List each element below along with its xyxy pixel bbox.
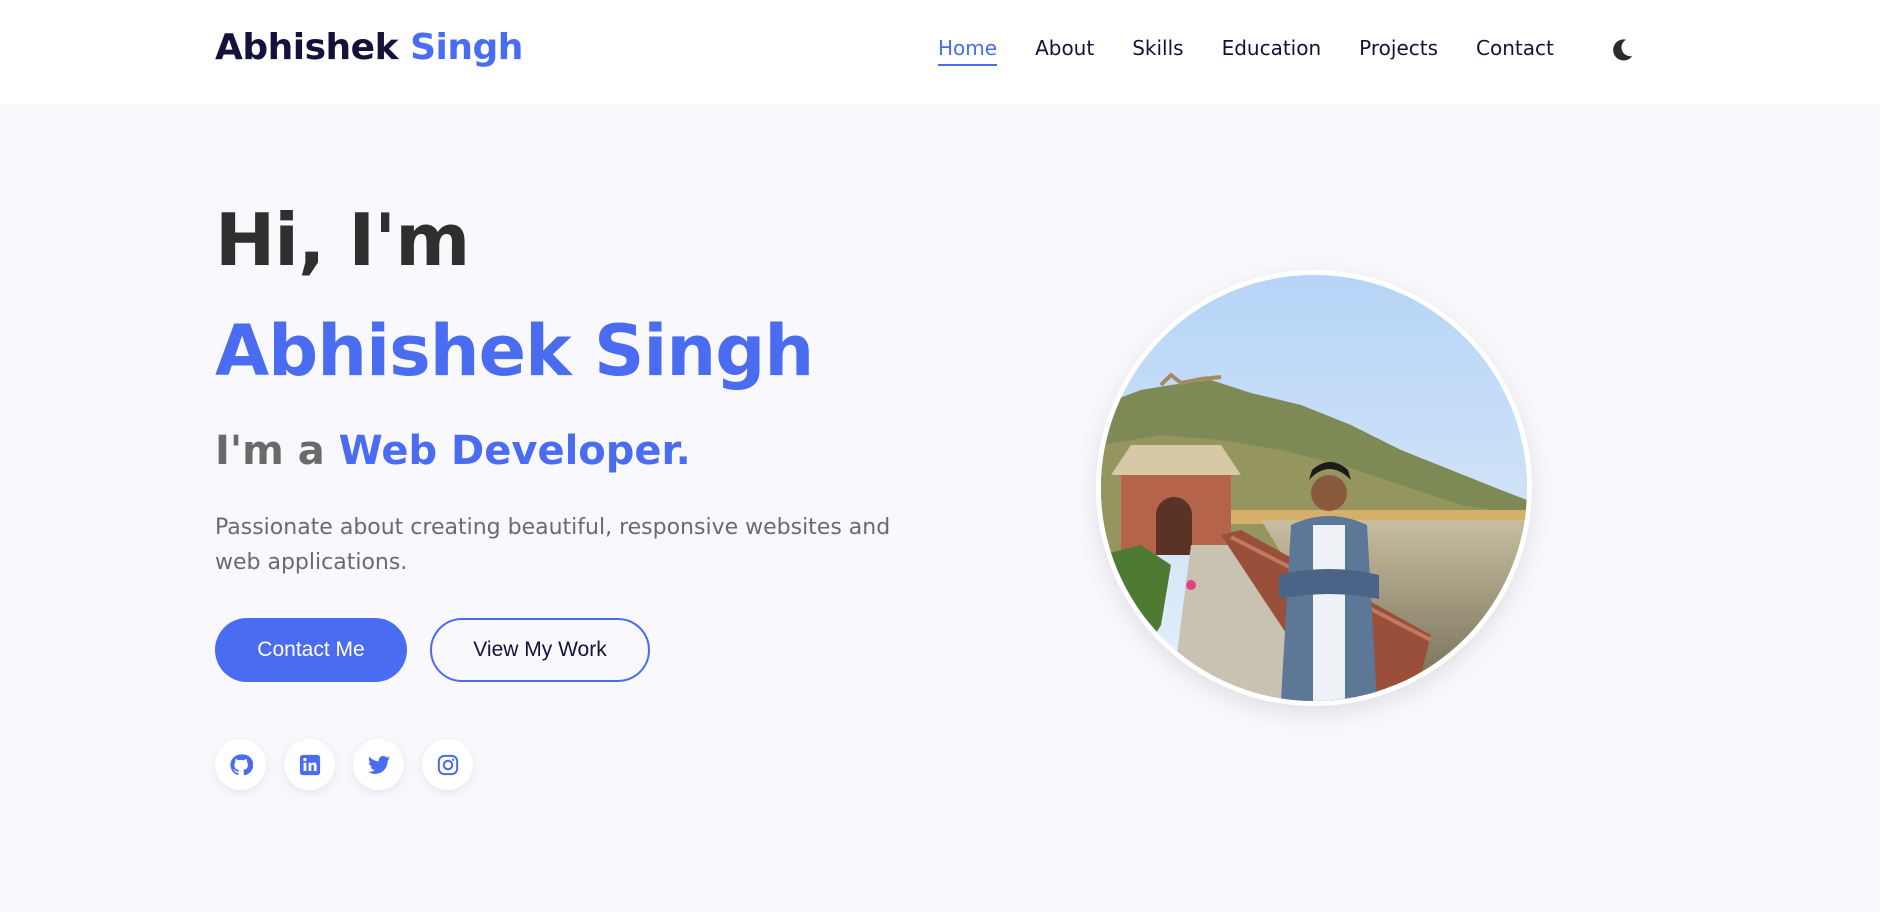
social-links [215,739,473,790]
theme-toggle-button[interactable] [1608,36,1636,64]
github-icon [229,753,253,775]
hero-greeting: Hi, I'm [215,198,470,282]
instagram-icon [437,754,458,775]
nav-contact[interactable]: Contact [1476,36,1554,66]
logo-last-name: Singh [410,27,523,68]
hero-role: I'm a Web Developer. [215,428,691,474]
contact-me-button[interactable]: Contact Me [215,618,407,682]
hero-name: Abhishek Singh [215,310,814,392]
linkedin-link[interactable] [284,739,335,790]
nav-about[interactable]: About [1035,36,1094,66]
role-typed-text: Web Developer. [338,428,691,474]
site-header: Abhishek Singh Home About Skills Educati… [0,0,1880,104]
nav-skills[interactable]: Skills [1132,36,1183,66]
main-nav: Home About Skills Education Projects Con… [938,36,1554,66]
twitter-icon [367,755,390,774]
logo-first-name: Abhishek [215,27,399,68]
role-prefix: I'm a [215,428,325,474]
github-link[interactable] [215,739,266,790]
twitter-link[interactable] [353,739,404,790]
nav-education[interactable]: Education [1222,36,1322,66]
nav-home[interactable]: Home [938,36,998,66]
view-my-work-button[interactable]: View My Work [430,618,650,682]
moon-icon [1613,39,1633,61]
linkedin-icon [299,754,320,775]
instagram-link[interactable] [422,739,473,790]
hero-description: Passionate about creating beautiful, res… [215,515,891,575]
nav-projects[interactable]: Projects [1359,36,1438,66]
logo[interactable]: Abhishek Singh [215,27,523,68]
profile-photo [1096,270,1532,706]
